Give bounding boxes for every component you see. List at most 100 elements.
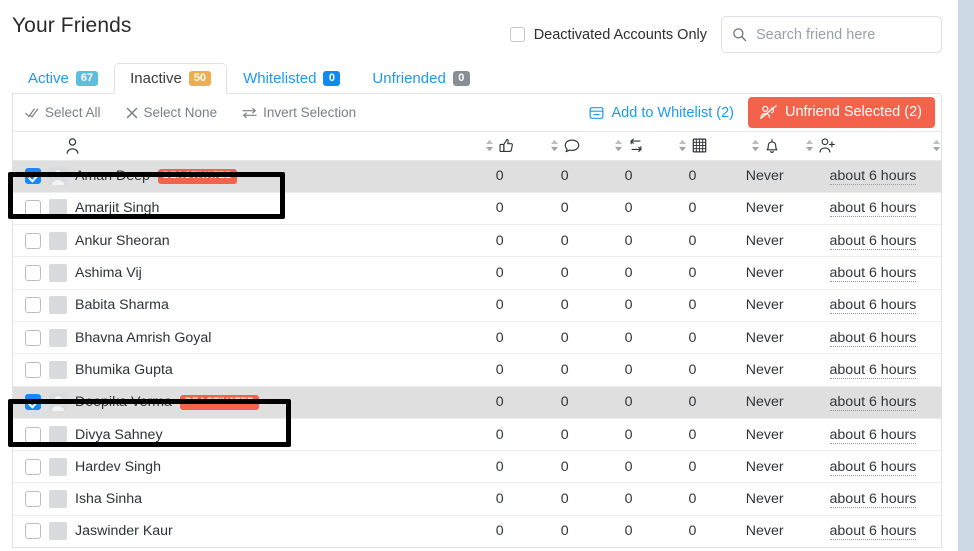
avatar (49, 264, 67, 283)
cell-friended: about 6 hours (804, 418, 941, 452)
friend-name: Amarjit Singh (75, 200, 160, 217)
row-checkbox[interactable] (25, 394, 41, 411)
tab-unfriended[interactable]: Unfriended 0 (356, 63, 485, 94)
cell-notifications: Never (724, 321, 805, 355)
friended-ago[interactable]: about 6 hours (829, 265, 917, 283)
friended-ago[interactable]: about 6 hours (829, 168, 917, 186)
close-icon (126, 107, 137, 118)
sort-arrows-icon[interactable] (614, 139, 623, 152)
cell-shares: 0 (596, 482, 661, 516)
search-placeholder: Search friend here (756, 26, 876, 43)
cell-score: 0 (660, 386, 725, 419)
friended-ago[interactable]: about 6 hours (829, 394, 917, 412)
row-checkbox[interactable] (25, 491, 41, 508)
cell-friended: about 6 hours (804, 353, 941, 387)
table-row[interactable]: Ankur Sheoran 0 0 0 0 Never about 6 hours (13, 224, 941, 258)
friended-ago[interactable]: about 6 hours (829, 361, 917, 379)
friended-ago[interactable]: about 6 hours (829, 426, 917, 444)
table-row[interactable]: Divya Sahney 0 0 0 0 Never about 6 hours (13, 418, 941, 452)
tab-inactive[interactable]: Inactive 50 (114, 63, 228, 94)
cell-name: Jaswinder Kaur (13, 515, 467, 547)
column-header-name[interactable] (13, 132, 467, 161)
sort-arrows-icon[interactable] (751, 139, 760, 152)
table-row[interactable]: Bhumika Gupta 0 0 0 0 Never about 6 hours (13, 353, 941, 387)
avatar (49, 328, 67, 347)
deactivated-only-label: Deactivated Accounts Only (533, 26, 707, 43)
row-checkbox[interactable] (25, 297, 41, 314)
table-row[interactable]: Hardev Singh 0 0 0 0 Never about 6 hours (13, 450, 941, 484)
table-row[interactable]: Isha Sinha 0 0 0 0 Never about 6 hours (13, 482, 941, 516)
add-to-whitelist-label: Add to Whitelist (2) (611, 104, 734, 121)
table-header (13, 132, 941, 161)
cell-name: Amarjit Singh (13, 192, 467, 226)
row-checkbox[interactable] (25, 168, 41, 185)
column-header-friended[interactable] (804, 132, 941, 161)
row-checkbox[interactable] (25, 458, 41, 475)
friended-ago[interactable]: about 6 hours (829, 329, 917, 347)
row-checkbox[interactable] (25, 329, 41, 346)
tab-count-badge: 67 (75, 71, 99, 86)
table-row[interactable]: Jaswinder Kaur 0 0 0 0 Never about 6 hours (13, 515, 941, 547)
search-input[interactable]: Search friend here (721, 16, 942, 53)
table-row[interactable]: Aman Deep DEACTIVATED 0 0 0 0 Never about 6 hou… (13, 160, 941, 193)
cell-likes: 0 (466, 321, 533, 355)
friended-ago[interactable]: about 6 hours (829, 232, 917, 250)
cell-likes: 0 (466, 256, 533, 290)
table-row[interactable]: Amarjit Singh 0 0 0 0 Never about 6 hours (13, 192, 941, 226)
table-row[interactable]: Ashima Vij 0 0 0 0 Never about 6 hours (13, 256, 941, 290)
select-none-button[interactable]: Select None (126, 105, 217, 120)
sort-arrows-icon[interactable] (550, 139, 559, 152)
friended-ago[interactable]: about 6 hours (829, 200, 917, 218)
add-to-whitelist-button[interactable]: Add to Whitelist (2) (589, 105, 734, 121)
cell-friended: about 6 hours (804, 289, 941, 322)
column-header-notifications[interactable] (724, 132, 805, 161)
sort-arrows-icon[interactable] (932, 139, 941, 152)
deactivated-only-checkbox[interactable] (509, 27, 525, 42)
row-checkbox[interactable] (25, 200, 41, 217)
avatar (49, 296, 67, 315)
column-header-shares[interactable] (596, 132, 661, 161)
row-checkbox[interactable] (25, 265, 41, 282)
cell-score: 0 (660, 256, 725, 290)
row-checkbox[interactable] (25, 426, 41, 443)
cell-notifications: Never (724, 482, 805, 516)
table-row[interactable]: Bhavna Amrish Goyal 0 0 0 0 Never about 6 hour… (13, 321, 941, 355)
cell-comments: 0 (532, 450, 597, 484)
cell-likes: 0 (466, 289, 533, 322)
row-checkbox[interactable] (25, 523, 41, 540)
cell-friended: about 6 hours (804, 450, 941, 484)
sort-arrows-icon[interactable] (485, 139, 494, 152)
table-row[interactable]: Babita Sharma 0 0 0 0 Never about 6 hours (13, 289, 941, 322)
cell-likes: 0 (466, 418, 533, 452)
cell-score: 0 (660, 515, 725, 547)
friended-ago[interactable]: about 6 hours (829, 458, 917, 476)
cell-comments: 0 (532, 289, 597, 322)
column-header-score[interactable] (660, 132, 725, 161)
invert-selection-button[interactable]: Invert Selection (242, 105, 356, 120)
column-header-likes[interactable] (466, 132, 533, 161)
row-checkbox[interactable] (25, 232, 41, 249)
header-controls: Deactivated Accounts Only Search friend … (509, 16, 942, 53)
tab-count-badge: 0 (452, 71, 470, 86)
tab-whitelisted[interactable]: Whitelisted 0 (227, 63, 356, 94)
tab-active[interactable]: Active 67 (12, 63, 114, 94)
sort-arrows-icon[interactable] (678, 139, 687, 152)
friended-ago[interactable]: about 6 hours (829, 491, 917, 509)
deactivated-only-toggle[interactable]: Deactivated Accounts Only (509, 26, 707, 43)
column-header-comments[interactable] (532, 132, 597, 161)
unfriend-selected-button[interactable]: Unfriend Selected (2) (747, 97, 935, 128)
select-all-button[interactable]: Select All (25, 105, 101, 120)
row-checkbox[interactable] (25, 361, 41, 378)
table-row[interactable]: Deepika Verma DEACTIVATED 0 0 0 0 Never about 6… (13, 386, 941, 419)
friended-ago[interactable]: about 6 hours (829, 523, 917, 541)
cell-shares: 0 (596, 224, 661, 258)
friend-name: Hardev Singh (75, 458, 161, 475)
friended-ago[interactable]: about 6 hours (829, 297, 917, 315)
avatar (49, 490, 67, 509)
sort-arrows-icon[interactable] (805, 139, 814, 152)
cell-shares: 0 (596, 289, 661, 322)
cell-friended: about 6 hours (804, 224, 941, 258)
unfriend-selected-label: Unfriend Selected (2) (784, 104, 922, 120)
cell-notifications: Never (724, 418, 805, 452)
friend-name: Ashima Vij (75, 265, 142, 282)
